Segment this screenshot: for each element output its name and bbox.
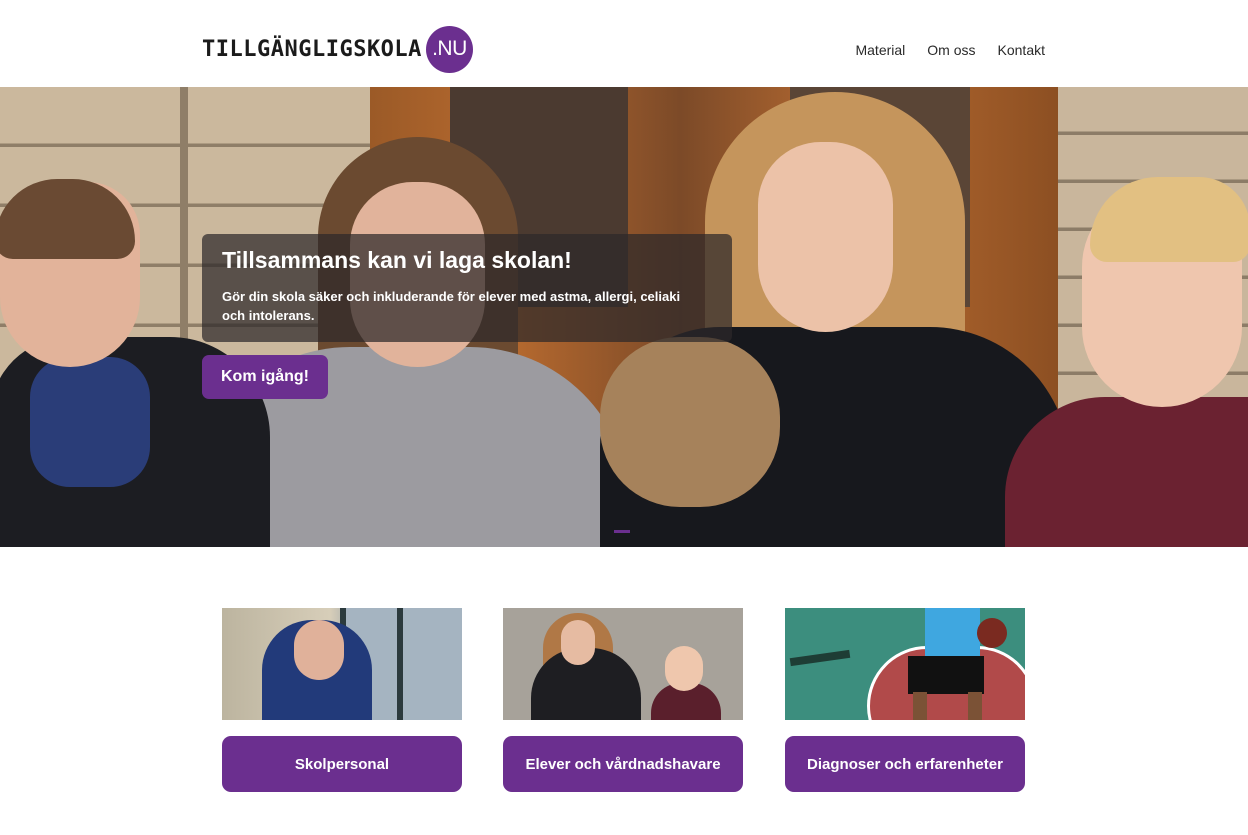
hero-subtitle: Gör din skola säker och inkluderande för… [222, 289, 681, 323]
card-button-elever[interactable]: Elever och vårdnadshavare [503, 736, 743, 792]
hero-photo-person [758, 142, 893, 332]
photo-player [925, 608, 980, 660]
card-skolpersonal: Skolpersonal [222, 608, 462, 792]
photo-window-frame [397, 608, 403, 720]
photo-person-face [665, 646, 703, 691]
nav-link-material[interactable]: Material [855, 42, 905, 58]
site-header: TILLGÄNGLIGSKOLA .NU Material Om oss Kon… [0, 0, 1248, 87]
photo-player [968, 692, 982, 720]
card-image[interactable] [503, 608, 743, 720]
slider-indicator[interactable] [614, 530, 630, 533]
hero-banner: Tillsammans kan vi laga skolan! Gör din … [0, 87, 1248, 547]
photo-player [913, 692, 927, 720]
photo-player [908, 656, 984, 694]
nav-link-kontakt[interactable]: Kontakt [998, 42, 1045, 58]
hero-photo-person [600, 337, 780, 507]
nav-link-om-oss[interactable]: Om oss [927, 42, 975, 58]
card-button-skolpersonal[interactable]: Skolpersonal [222, 736, 462, 792]
photo-basketball [977, 618, 1007, 648]
card-image[interactable] [785, 608, 1025, 720]
get-started-button[interactable]: Kom igång! [202, 355, 328, 399]
card-button-diagnoser[interactable]: Diagnoser och erfarenheter [785, 736, 1025, 792]
logo-text: TILLGÄNGLIGSKOLA [202, 36, 422, 62]
site-logo[interactable]: TILLGÄNGLIGSKOLA .NU [202, 25, 473, 73]
hero-photo-person [1005, 397, 1248, 547]
card-diagnoser: Diagnoser och erfarenheter [785, 608, 1025, 792]
card-image[interactable] [222, 608, 462, 720]
hero-photo-person [30, 357, 150, 487]
main-nav: Material Om oss Kontakt [855, 42, 1045, 58]
card-elever: Elever och vårdnadshavare [503, 608, 743, 792]
photo-person-face [561, 620, 595, 665]
photo-shadow [789, 649, 851, 667]
photo-person-face [294, 620, 344, 680]
hero-title: Tillsammans kan vi laga skolan! [222, 247, 572, 273]
logo-badge: .NU [425, 25, 473, 73]
